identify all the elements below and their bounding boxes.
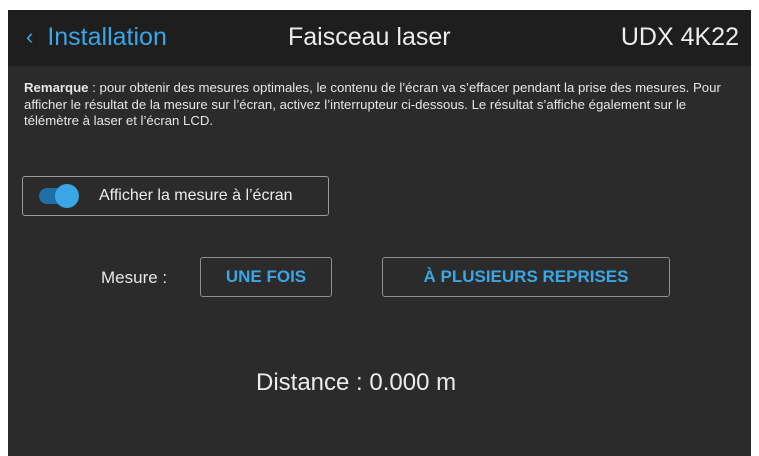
- toggle-knob: [55, 184, 79, 208]
- chevron-left-icon: ‹: [26, 24, 34, 49]
- note-prefix: Remarque: [24, 80, 89, 95]
- back-button[interactable]: ‹ Installation: [26, 20, 167, 54]
- laser-beam-screen: ‹ Installation Faisceau laser UDX 4K22 R…: [8, 10, 751, 456]
- toggle-label: Afficher la mesure à l’écran: [99, 187, 293, 204]
- measure-repeat-button[interactable]: À PLUSIEURS REPRISES: [382, 257, 670, 297]
- measure-label: Mesure :: [101, 268, 168, 287]
- show-measure-toggle[interactable]: Afficher la mesure à l’écran: [22, 176, 329, 216]
- page-title: Faisceau laser: [288, 23, 451, 51]
- header-bar: ‹ Installation Faisceau laser UDX 4K22: [8, 10, 751, 66]
- distance-value: 0.000 m: [369, 369, 457, 396]
- note-text: Remarque : pour obtenir des mesures opti…: [24, 80, 740, 130]
- toggle-switch[interactable]: [39, 184, 79, 208]
- distance-label: Distance :: [256, 369, 363, 396]
- note-body: : pour obtenir des mesures optimales, le…: [24, 80, 721, 128]
- distance-readout: Distance : 0.000 m: [256, 368, 456, 398]
- device-model: UDX 4K22: [620, 23, 739, 51]
- measure-once-button[interactable]: UNE FOIS: [200, 257, 332, 297]
- back-label: Installation: [47, 23, 167, 51]
